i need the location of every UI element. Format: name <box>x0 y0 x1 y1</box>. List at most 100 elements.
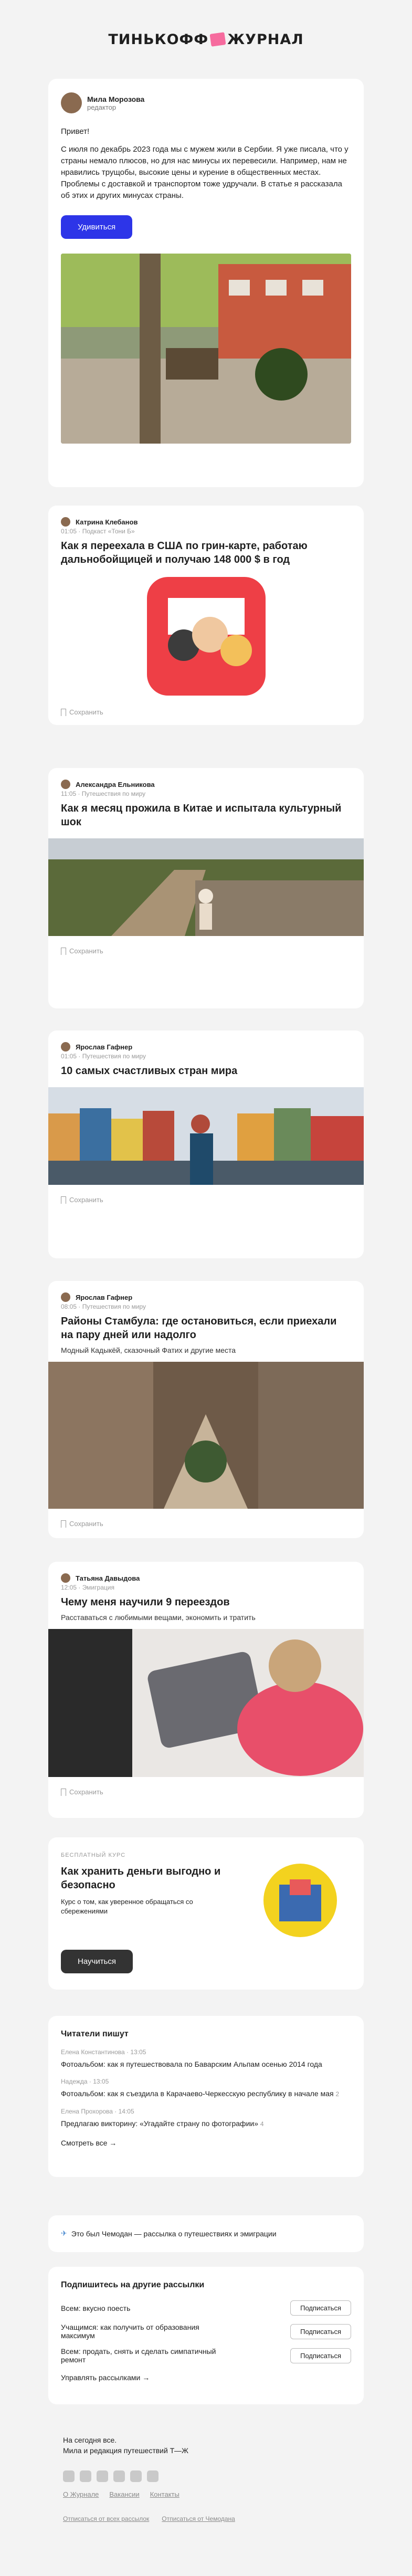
article-title[interactable]: Районы Стамбула: где остановиться, если … <box>61 1315 351 1342</box>
letter-body: Привет! С июля по декабрь 2023 года мы с… <box>61 126 351 202</box>
comment-count: 2 <box>335 2090 340 2098</box>
logo-right: ЖУРНАЛ <box>227 31 304 48</box>
reader-post-title[interactable]: Фотоальбом: как я съездила в Карачаево-Ч… <box>61 2089 334 2098</box>
reader-post-title[interactable]: Предлагаю викторину: «Угадайте страну по… <box>61 2119 258 2128</box>
unsubscribe-this-link[interactable]: Отписаться от Чемодана <box>162 2515 235 2522</box>
author-name: Ярослав Гафнер <box>76 1043 133 1051</box>
telegram-icon[interactable] <box>80 2470 91 2482</box>
unsubscribe-all-link[interactable]: Отписаться от всех рассылок <box>63 2515 149 2522</box>
article-image[interactable] <box>48 1087 364 1187</box>
article-image[interactable] <box>48 838 364 939</box>
article-image[interactable] <box>48 1362 364 1511</box>
jobs-link[interactable]: Вакансии <box>109 2490 139 2498</box>
avatar <box>61 92 82 113</box>
info-text: Это был Чемодан — рассылка о путешествия… <box>71 2229 277 2238</box>
author-name: Татьяна Давыдова <box>76 1574 140 1582</box>
author-name: Ярослав Гафнер <box>76 1293 133 1301</box>
subscribe-button[interactable]: Подписаться <box>290 2348 351 2363</box>
bookmark-icon <box>61 1196 66 1204</box>
course-card[interactable]: БЕСПЛАТНЫЙ КУРС Как хранить деньги выгод… <box>48 1837 364 1990</box>
letter-text: С июля по декабрь 2023 года мы с мужем ж… <box>61 145 348 200</box>
author-role: редактор <box>87 103 117 111</box>
ok-icon[interactable] <box>97 2470 108 2482</box>
social-links <box>63 2470 357 2482</box>
save-label: Сохранить <box>69 947 103 955</box>
serbia-photo[interactable] <box>61 254 351 444</box>
avatar <box>61 1573 70 1583</box>
article-title[interactable]: 10 самых счастливых стран мира <box>61 1064 351 1078</box>
reader-post-title[interactable]: Фотоальбом: как я путешествовала по Бава… <box>61 2059 351 2069</box>
reader-meta: Елена Константинова · 13:05 <box>61 2048 146 2056</box>
suitcase-image <box>48 1629 364 1777</box>
email-page: ТИНЬКОФФ ЖУРНАЛ Мила Морозова редактор П… <box>0 0 412 2576</box>
sub-row: Всем: вкусно поесть Подписаться <box>61 2300 351 2316</box>
about-link[interactable]: О Журнале <box>63 2490 99 2498</box>
reader-post[interactable]: Надежда · 13:05 Фотоальбом: как я съезди… <box>61 2078 351 2099</box>
article-card[interactable]: Ярослав Гафнер 08:05 · Путешествия по ми… <box>48 1281 364 1538</box>
twitter-icon[interactable] <box>113 2470 125 2482</box>
reader-meta: Елена Прохорова · 14:05 <box>61 2108 134 2115</box>
harbor-image <box>48 1087 364 1185</box>
author-name: Мила Морозова <box>87 94 145 103</box>
bookmark-icon <box>61 1520 66 1528</box>
article-meta: 12:05 · Эмиграция <box>61 1584 114 1591</box>
footer-line2: Мила и редакция путешествий Т—Ж <box>63 2446 188 2455</box>
contacts-link[interactable]: Контакты <box>150 2490 179 2498</box>
article-title[interactable]: Как я переехала в США по грин-карте, раб… <box>61 539 351 566</box>
letter-card: Мила Морозова редактор Привет! С июля по… <box>48 79 364 487</box>
zen-icon[interactable] <box>147 2470 159 2482</box>
learn-button[interactable]: Научиться <box>61 1950 133 1973</box>
course-label: БЕСПЛАТНЫЙ КУРС <box>61 1852 126 1858</box>
avatar <box>61 780 70 789</box>
article-meta: 01:05 · Путешествия по миру <box>61 1053 146 1060</box>
see-all-link[interactable]: Смотреть все → <box>61 2139 351 2147</box>
article-card[interactable]: Татьяна Давыдова 12:05 · Эмиграция Чему … <box>48 1562 364 1818</box>
course-title[interactable]: Как хранить деньги выгодно и безопасно <box>61 1865 239 1892</box>
comment-count: 4 <box>260 2120 264 2128</box>
avatar <box>61 517 70 527</box>
article-title[interactable]: Как я месяц прожила в Китае и испытала к… <box>61 802 351 829</box>
article-subtitle: Расставаться с любимыми вещами, экономит… <box>61 1613 256 1622</box>
bookmark-icon <box>61 947 66 955</box>
podcast-image <box>146 577 266 696</box>
save-button[interactable]: Сохранить <box>48 1196 364 1204</box>
sub-text: Всем: продать, снять и сделать симпатичн… <box>61 2347 216 2364</box>
sub-row: Учащимся: как получить от образования ма… <box>61 2323 351 2340</box>
article-meta: 08:05 · Путешествия по миру <box>61 1303 146 1310</box>
save-button[interactable]: Сохранить <box>48 708 364 716</box>
youtube-icon[interactable] <box>130 2470 142 2482</box>
article-card[interactable]: Катрина Клебанов 01:05 · Подкаст «Тони Б… <box>48 506 364 725</box>
logo-mark-icon <box>209 32 226 47</box>
article-title[interactable]: Чему меня научили 9 переездов <box>61 1595 351 1609</box>
logo-left: ТИНЬКОФФ <box>108 31 209 48</box>
logo[interactable]: ТИНЬКОФФ ЖУРНАЛ <box>108 31 303 48</box>
avatar <box>61 1042 70 1052</box>
reader-meta: Надежда · 13:05 <box>61 2078 109 2085</box>
istanbul-image <box>48 1362 364 1509</box>
avatar <box>61 1292 70 1302</box>
info-card: ✈ Это был Чемодан — рассылка о путешеств… <box>48 2215 364 2252</box>
surprise-button[interactable]: Удивиться <box>61 215 133 239</box>
great-wall-image <box>48 838 364 936</box>
reader-post[interactable]: Елена Константинова · 13:05 Фотоальбом: … <box>61 2048 351 2069</box>
manage-link[interactable]: Управлять рассылками → <box>61 2373 351 2382</box>
save-button[interactable]: Сохранить <box>48 947 364 955</box>
course-desc: Курс о том, как уверенное обращаться со … <box>61 1898 193 1915</box>
article-image[interactable] <box>48 1629 364 1780</box>
reader-post[interactable]: Елена Прохорова · 14:05 Предлагаю виктор… <box>61 2108 351 2129</box>
article-card[interactable]: Александра Ельникова 11:05 · Путешествия… <box>48 768 364 1008</box>
subscribe-button[interactable]: Подписаться <box>290 2300 351 2316</box>
sub-text: Всем: вкусно поесть <box>61 2304 131 2312</box>
article-card[interactable]: Ярослав Гафнер 01:05 · Путешествия по ми… <box>48 1031 364 1258</box>
course-illustration <box>263 1864 337 1937</box>
vk-icon[interactable] <box>63 2470 75 2482</box>
save-button[interactable]: Сохранить <box>48 1520 364 1528</box>
article-meta: 11:05 · Путешествия по миру <box>61 790 146 797</box>
save-label: Сохранить <box>69 1196 103 1204</box>
subscribe-button[interactable]: Подписаться <box>290 2323 351 2339</box>
footer: На сегодня все. Мила и редакция путешест… <box>63 2436 357 2522</box>
save-button[interactable]: Сохранить <box>48 1788 364 1796</box>
footer-links: О Журнале Вакансии Контакты <box>63 2490 357 2498</box>
podcast-cover[interactable] <box>48 577 364 696</box>
letter-author: Мила Морозова редактор <box>61 92 351 113</box>
